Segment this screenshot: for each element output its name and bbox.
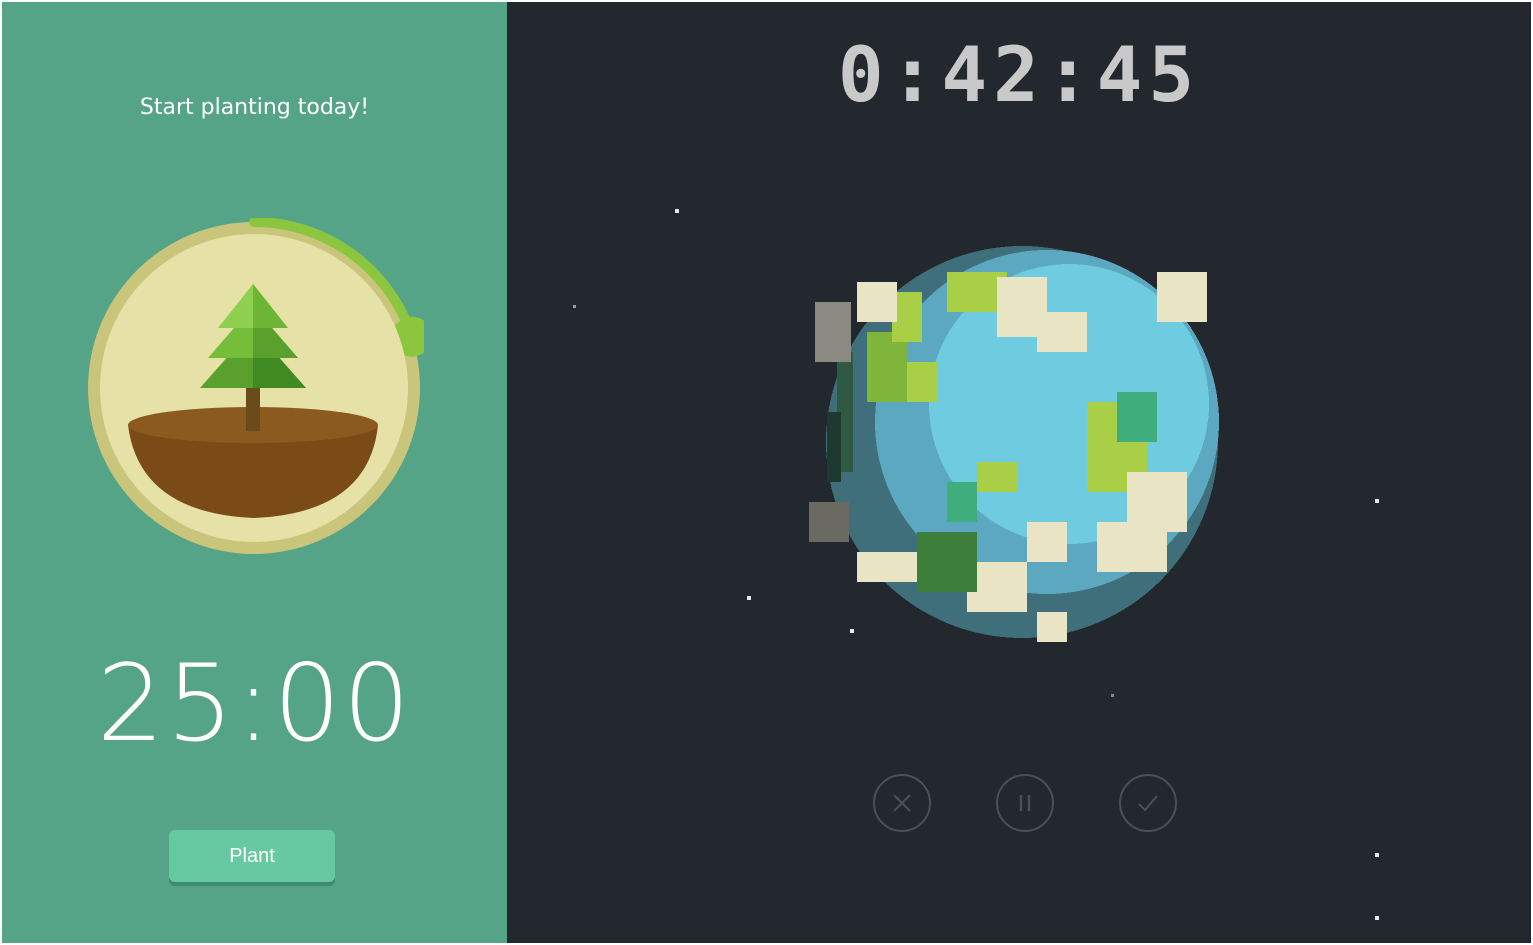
pause-button[interactable] bbox=[996, 774, 1054, 832]
complete-button[interactable] bbox=[1119, 774, 1177, 832]
checkmark-icon bbox=[1138, 795, 1158, 812]
tagline: Start planting today! bbox=[139, 95, 370, 120]
star bbox=[1375, 499, 1379, 503]
star bbox=[1111, 694, 1114, 697]
plant-button[interactable]: Plant bbox=[169, 830, 335, 882]
tree-progress-ring bbox=[88, 218, 424, 554]
star bbox=[675, 209, 679, 213]
forest-panel: Start planting today! 25:00 Plant bbox=[2, 2, 507, 943]
star bbox=[573, 305, 576, 308]
countdown-timer: 25:00 bbox=[96, 642, 413, 765]
star bbox=[1375, 916, 1379, 920]
star bbox=[747, 596, 751, 600]
pixel-earth-icon bbox=[809, 246, 1219, 642]
space-panel: 0:42:45 bbox=[507, 2, 1531, 943]
pause-icon bbox=[1019, 795, 1031, 811]
star bbox=[1375, 853, 1379, 857]
cancel-button[interactable] bbox=[873, 774, 931, 832]
close-icon bbox=[893, 794, 911, 812]
elapsed-timer: 0:42:45 bbox=[837, 30, 1201, 119]
app-window: Start planting today! 25:00 Plant 0:42:4… bbox=[0, 0, 1533, 945]
